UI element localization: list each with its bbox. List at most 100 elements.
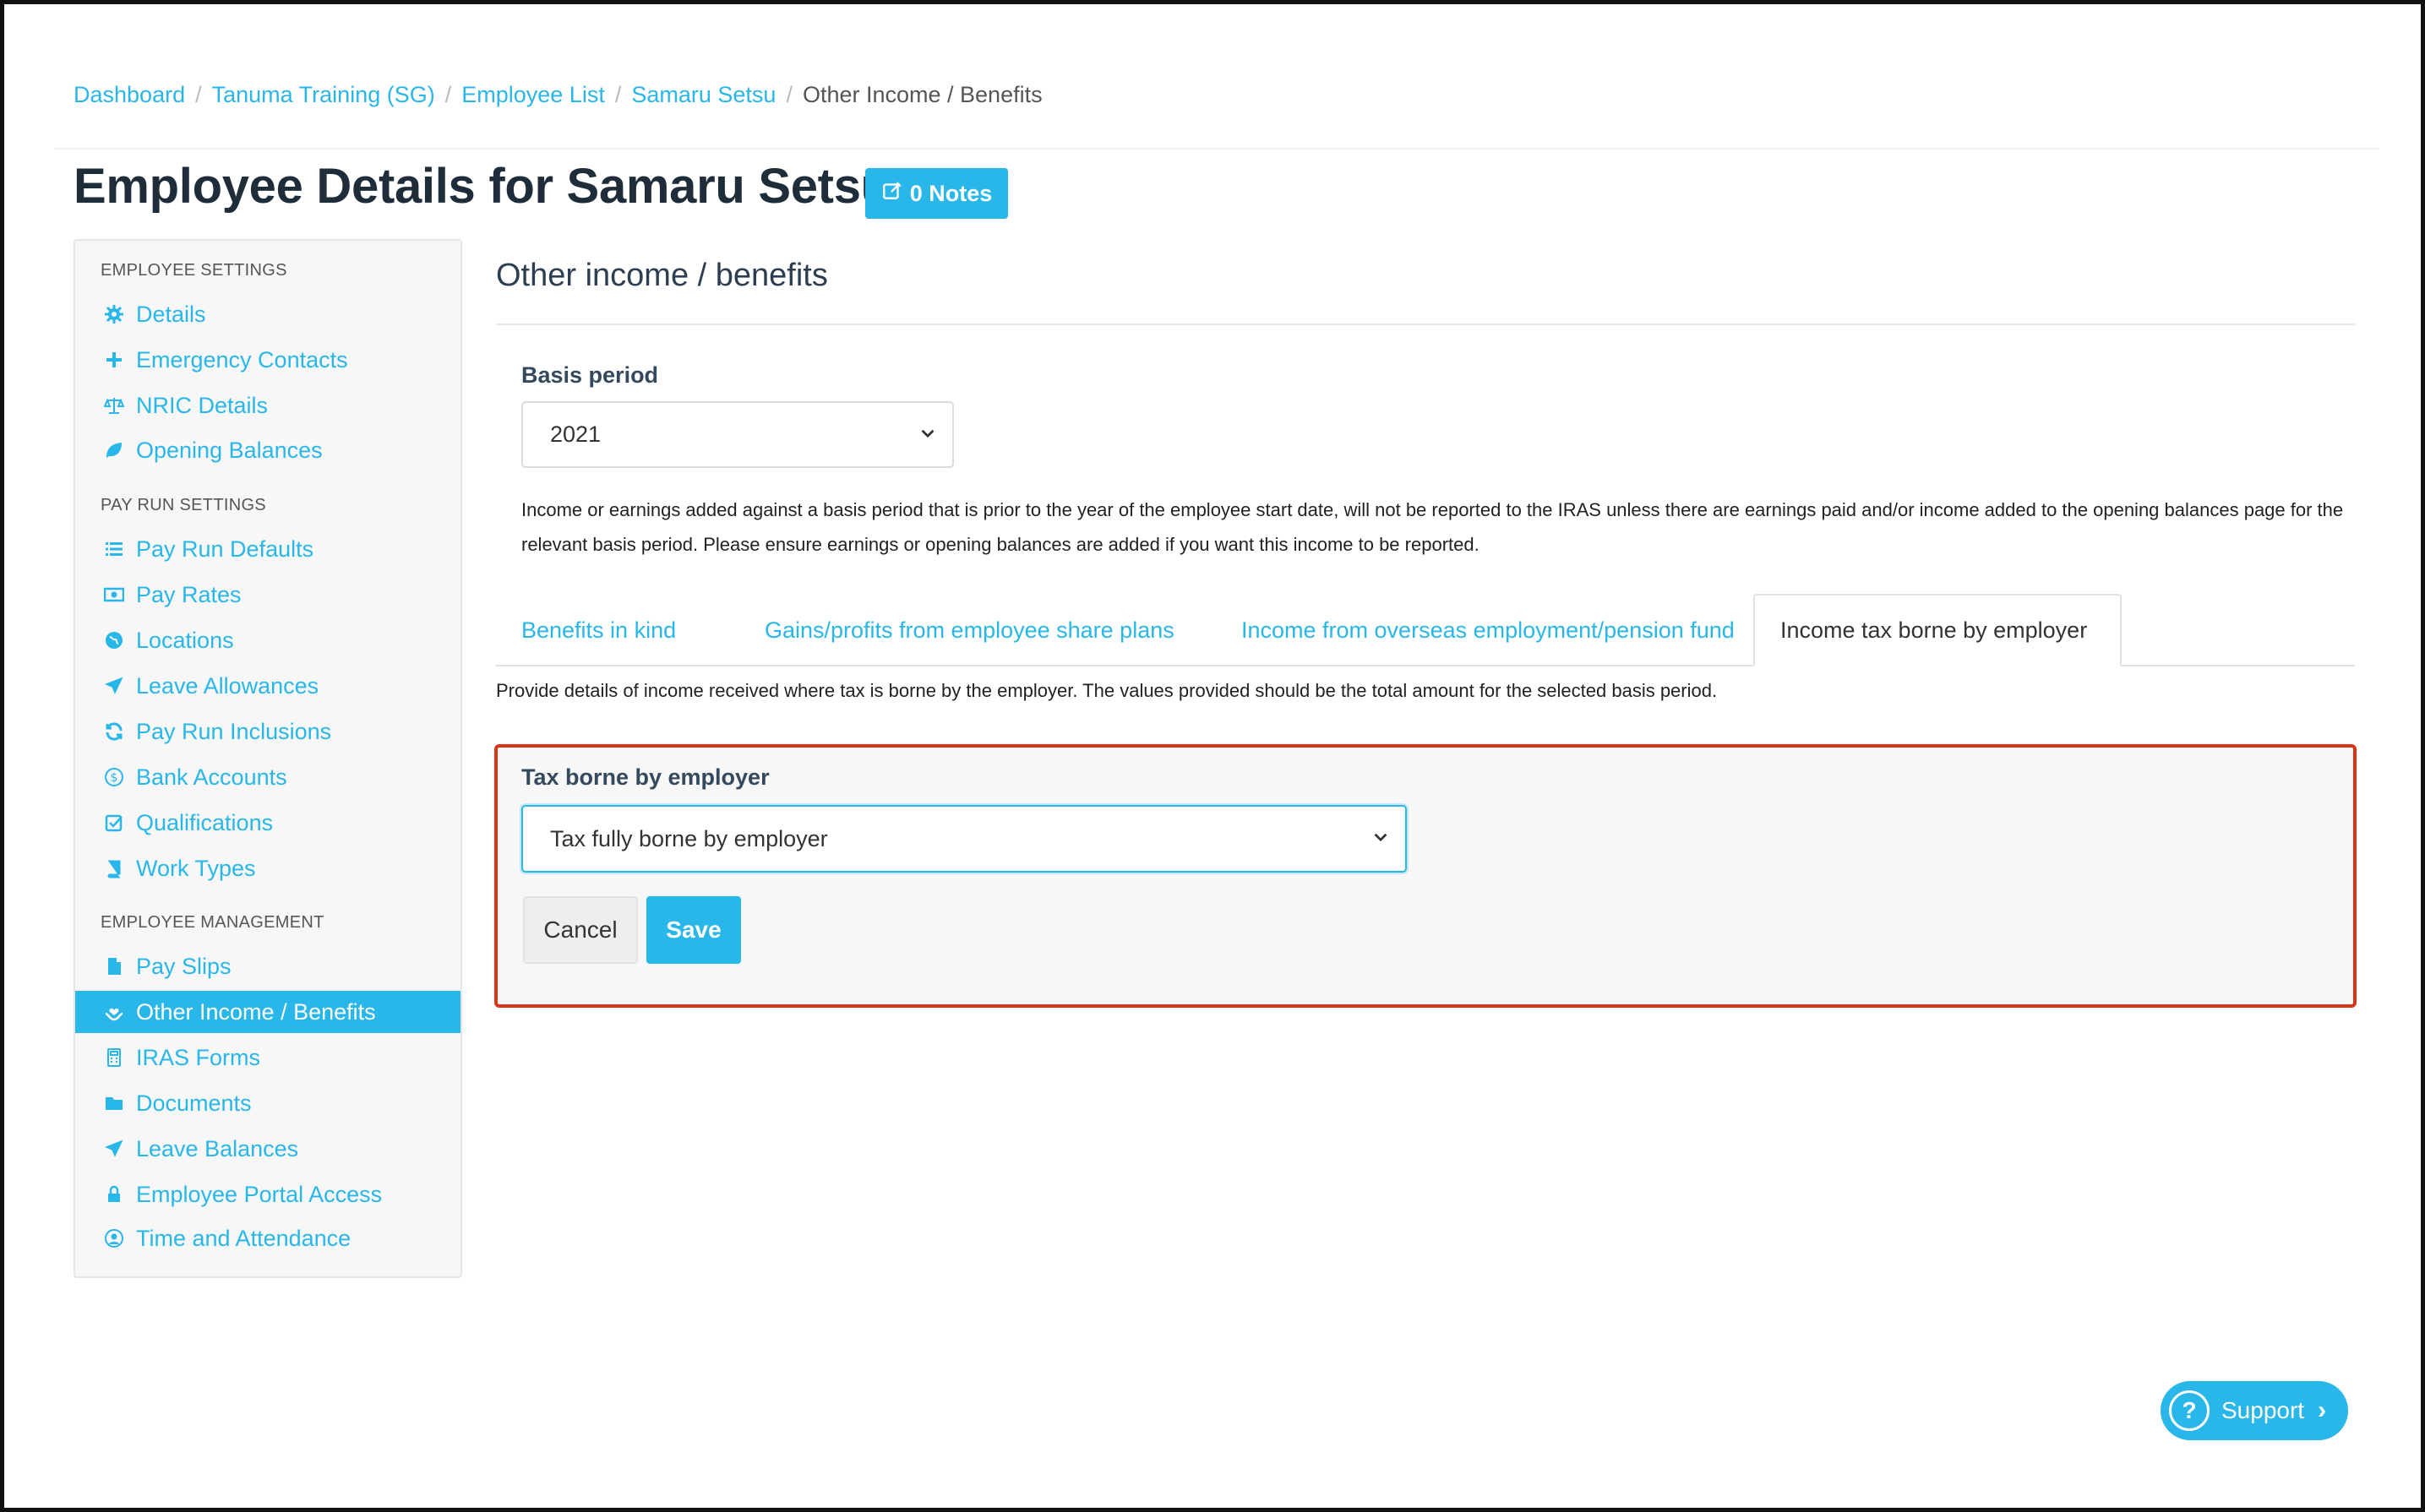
section-divider <box>496 324 2355 325</box>
svg-text:$: $ <box>111 771 118 785</box>
sidebar: EMPLOYEE SETTINGS Details Emergency Cont… <box>74 239 462 1278</box>
sidebar-item-label: Emergency Contacts <box>136 346 348 373</box>
basis-period-select[interactable]: 2021 <box>521 401 954 468</box>
notes-label: 0 Notes <box>909 180 993 206</box>
sidebar-item-leave-balances[interactable]: Leave Balances <box>75 1128 460 1170</box>
file-icon <box>101 956 128 976</box>
calculator-icon <box>101 1047 128 1068</box>
tab-benefits-in-kind[interactable]: Benefits in kind <box>496 594 701 666</box>
breadcrumb-employee-list[interactable]: Employee List <box>461 82 605 108</box>
section-title: Other income / benefits <box>496 258 828 293</box>
sidebar-item-label: Leave Balances <box>136 1135 299 1161</box>
sidebar-item-pay-run-defaults[interactable]: Pay Run Defaults <box>75 528 460 570</box>
globe-icon <box>101 630 128 650</box>
chevron-right-icon: › <box>2318 1396 2327 1424</box>
sidebar-item-label: NRIC Details <box>136 392 269 418</box>
gear-icon <box>101 304 128 324</box>
page-title: Employee Details for Samaru Setsu <box>74 159 891 214</box>
sidebar-item-pay-run-inclusions[interactable]: Pay Run Inclusions <box>75 710 460 753</box>
list-icon <box>101 539 128 559</box>
lock-icon <box>101 1184 128 1205</box>
sidebar-section-employee-settings: EMPLOYEE SETTINGS <box>101 261 287 280</box>
sidebar-item-pay-rates[interactable]: Pay Rates <box>75 574 460 616</box>
sidebar-section-pay-run-settings: PAY RUN SETTINGS <box>101 496 266 514</box>
sidebar-item-label: Pay Rates <box>136 581 242 607</box>
tab-description: Provide details of income received where… <box>496 680 1718 701</box>
sidebar-item-iras-forms[interactable]: IRAS Forms <box>75 1036 460 1079</box>
basis-period-info-text: Income or earnings added against a basis… <box>521 499 2344 555</box>
sidebar-item-other-income-benefits[interactable]: Other Income / Benefits <box>75 991 460 1033</box>
tax-borne-label: Tax borne by employer <box>521 764 770 790</box>
hand-heart-icon <box>101 1002 128 1022</box>
support-button[interactable]: ? Support › <box>2161 1381 2348 1440</box>
sidebar-item-employee-portal-access[interactable]: Employee Portal Access <box>75 1173 460 1216</box>
tab-gains-profits-share-plans[interactable]: Gains/profits from employee share plans <box>739 594 1200 666</box>
sidebar-item-details[interactable]: Details <box>75 293 460 335</box>
header-divider <box>55 148 2379 150</box>
sidebar-item-label: Qualifications <box>136 809 274 835</box>
sidebar-section-employee-management: EMPLOYEE MANAGEMENT <box>101 913 324 932</box>
sidebar-item-emergency-contacts[interactable]: Emergency Contacts <box>75 339 460 381</box>
sidebar-item-locations[interactable]: Locations <box>75 619 460 661</box>
sidebar-item-label: Pay Slips <box>136 953 232 979</box>
breadcrumb: Dashboard / Tanuma Training (SG) / Emplo… <box>74 82 1043 108</box>
save-button[interactable]: Save <box>646 896 741 964</box>
plane-icon <box>101 676 128 696</box>
chevron-down-icon <box>918 422 937 448</box>
edit-icon <box>881 180 903 208</box>
tax-borne-select[interactable]: Tax fully borne by employer <box>521 805 1407 873</box>
sidebar-item-label: Locations <box>136 627 234 653</box>
breadcrumb-dashboard[interactable]: Dashboard <box>74 82 185 108</box>
sidebar-item-label: Pay Run Defaults <box>136 536 314 562</box>
cancel-button[interactable]: Cancel <box>523 896 638 964</box>
basis-period-label: Basis period <box>521 362 659 388</box>
notes-button[interactable]: 0 Notes <box>865 168 1008 219</box>
app-window: Dashboard / Tanuma Training (SG) / Emplo… <box>0 0 2425 1512</box>
sidebar-item-nric-details[interactable]: NRIC Details <box>75 384 460 427</box>
sidebar-item-pay-slips[interactable]: Pay Slips <box>75 945 460 987</box>
sidebar-item-label: Time and Attendance <box>136 1225 351 1251</box>
chevron-down-icon <box>1371 826 1390 852</box>
dollar-circle-icon: $ <box>101 767 128 787</box>
sidebar-item-label: Employee Portal Access <box>136 1181 383 1207</box>
breadcrumb-separator: / <box>786 82 793 107</box>
support-label: Support <box>2221 1397 2305 1423</box>
check-square-icon <box>101 813 128 833</box>
plane-icon <box>101 1139 128 1159</box>
help-icon: ? <box>2169 1390 2210 1431</box>
sidebar-item-leave-allowances[interactable]: Leave Allowances <box>75 665 460 707</box>
sidebar-item-qualifications[interactable]: Qualifications <box>75 802 460 844</box>
sidebar-item-label: Pay Run Inclusions <box>136 718 332 744</box>
refresh-icon <box>101 721 128 742</box>
money-icon <box>101 585 128 605</box>
leaf-icon <box>101 440 128 460</box>
sidebar-item-label: Opening Balances <box>136 437 323 463</box>
income-tabs: Benefits in kind Gains/profits from empl… <box>496 594 2355 666</box>
sidebar-item-label: Details <box>136 301 206 327</box>
plus-icon <box>101 350 128 370</box>
sidebar-item-label: Documents <box>136 1090 252 1116</box>
sidebar-item-label: IRAS Forms <box>136 1044 261 1070</box>
sidebar-item-work-types[interactable]: Work Types <box>75 847 460 889</box>
breadcrumb-company[interactable]: Tanuma Training (SG) <box>212 82 435 108</box>
breadcrumb-separator: / <box>614 82 622 107</box>
breadcrumb-separator: / <box>444 82 452 107</box>
sidebar-item-label: Leave Allowances <box>136 672 319 699</box>
breadcrumb-employee[interactable]: Samaru Setsu <box>631 82 776 108</box>
user-clock-icon <box>101 1228 128 1248</box>
tax-borne-value: Tax fully borne by employer <box>550 825 828 851</box>
sidebar-item-opening-balances[interactable]: Opening Balances <box>75 429 460 471</box>
scale-icon <box>101 395 128 416</box>
tab-income-tax-borne-by-employer[interactable]: Income tax borne by employer <box>1753 594 2122 666</box>
sidebar-item-label: Other Income / Benefits <box>136 998 376 1025</box>
tab-income-overseas-employment[interactable]: Income from overseas employment/pension … <box>1216 594 1760 666</box>
basis-period-value: 2021 <box>550 422 602 447</box>
breadcrumb-current: Other Income / Benefits <box>802 82 1043 107</box>
breadcrumb-separator: / <box>195 82 202 107</box>
sidebar-item-time-and-attendance[interactable]: Time and Attendance <box>75 1217 460 1259</box>
sidebar-item-label: Work Types <box>136 855 256 881</box>
tax-borne-form: Tax borne by employer Tax fully borne by… <box>494 744 2357 1008</box>
sidebar-item-bank-accounts[interactable]: $ Bank Accounts <box>75 756 460 798</box>
sidebar-item-documents[interactable]: Documents <box>75 1082 460 1124</box>
book-icon <box>101 858 128 878</box>
